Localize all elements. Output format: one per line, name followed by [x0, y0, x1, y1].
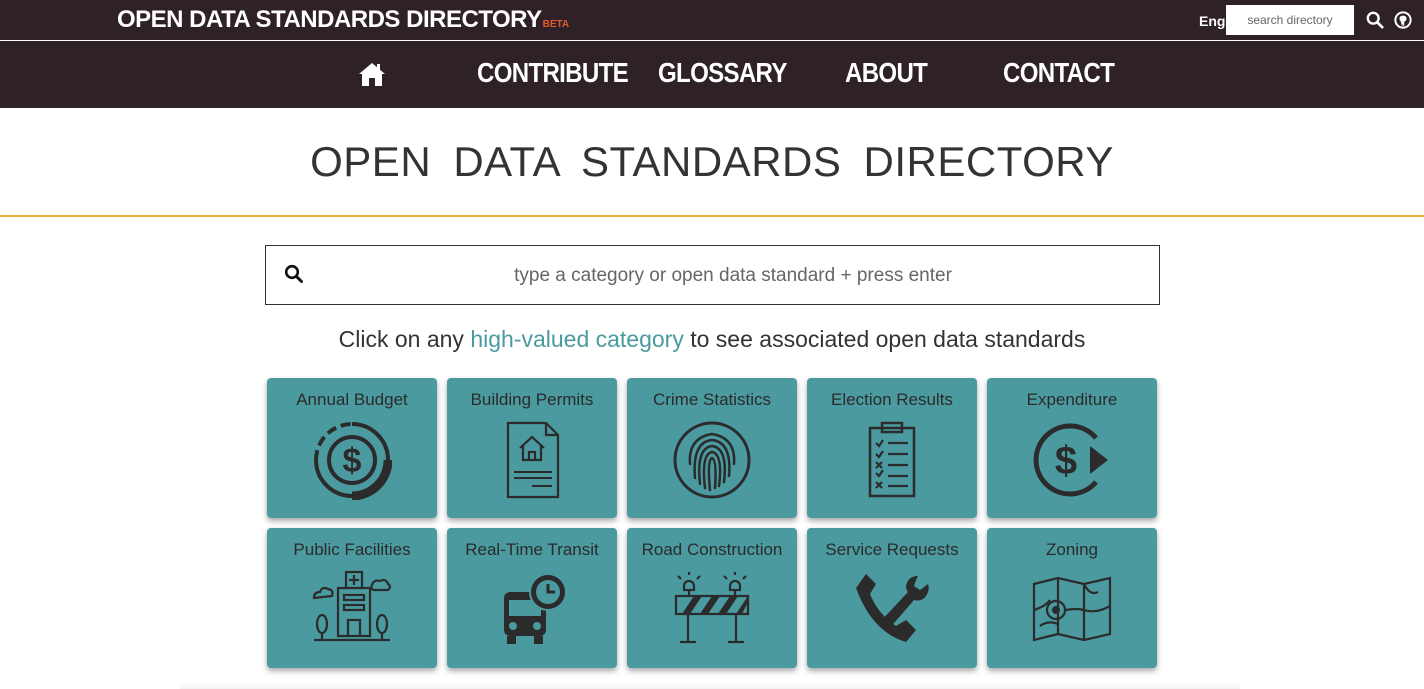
category-search-box[interactable]	[265, 245, 1160, 306]
category-building-permits[interactable]: Building Permits	[447, 378, 617, 518]
category-label: Expenditure	[1026, 390, 1118, 409]
divider	[0, 215, 1424, 217]
page-title: OPEN DATA STANDARDS DIRECTORY	[310, 138, 1114, 185]
tagline-suffix: to see associated open data standards	[683, 326, 1086, 352]
hospital-building-icon	[312, 570, 392, 642]
category-annual-budget[interactable]: Annual Budget $	[267, 378, 437, 518]
building-permit-document-icon	[506, 421, 560, 499]
category-label: Public Facilities	[293, 540, 411, 559]
clipboard-checklist-icon	[868, 421, 916, 498]
home-icon[interactable]	[358, 61, 386, 87]
zoning-map-icon	[1032, 576, 1112, 642]
tagline-prefix: Click on any	[338, 326, 471, 352]
road-barrier-icon	[674, 572, 750, 644]
nav-about[interactable]: ABOUT	[845, 57, 928, 89]
tagline: Click on any high-valued category to see…	[0, 326, 1424, 353]
category-zoning[interactable]: Zoning	[987, 528, 1157, 668]
category-label: Road Construction	[641, 540, 783, 559]
category-real-time-transit[interactable]: Real-Time Transit	[447, 528, 617, 668]
fingerprint-icon	[673, 421, 751, 499]
category-label: Real-Time Transit	[465, 540, 599, 559]
nav-glossary[interactable]: GLOSSARY	[658, 57, 787, 89]
category-label: Annual Budget	[296, 390, 408, 409]
github-icon[interactable]	[1394, 11, 1412, 29]
bus-clock-icon	[504, 573, 567, 644]
beta-badge: BETA	[542, 19, 570, 30]
category-election-results[interactable]: Election Results	[807, 378, 977, 518]
search-icon	[284, 264, 303, 283]
category-public-facilities[interactable]: Public Facilities	[267, 528, 437, 668]
page-edge-shadow	[180, 682, 1240, 689]
language-selector[interactable]: Eng	[1199, 13, 1225, 29]
category-label: Service Requests	[825, 540, 959, 559]
phone-wrench-icon	[856, 574, 929, 642]
search-icon[interactable]	[1366, 11, 1384, 29]
category-label: Election Results	[831, 390, 953, 409]
brand-text[interactable]: OPEN DATA STANDARDS DIRECTORY	[117, 6, 542, 33]
category-road-construction[interactable]: Road Construction	[627, 528, 797, 668]
category-label: Zoning	[1046, 540, 1098, 559]
category-crime-statistics[interactable]: Crime Statistics	[627, 378, 797, 518]
top-bar: OPEN DATA STANDARDS DIRECTORYBETA Eng	[0, 0, 1424, 41]
category-label: Crime Statistics	[652, 390, 772, 409]
nav-contact[interactable]: CONTACT	[1003, 57, 1115, 89]
directory-search-input[interactable]	[1226, 5, 1354, 35]
category-expenditure[interactable]: Expenditure $	[987, 378, 1157, 518]
svg-text:$: $	[1055, 439, 1077, 483]
site-brand[interactable]: OPEN DATA STANDARDS DIRECTORYBETA	[117, 6, 569, 34]
high-valued-category-link[interactable]: high-valued category	[470, 326, 684, 352]
main-nav: CONTRIBUTE GLOSSARY ABOUT CONTACT	[0, 41, 1424, 108]
nav-contribute[interactable]: CONTRIBUTE	[477, 57, 629, 89]
category-search-input[interactable]	[316, 246, 1150, 306]
category-label: Building Permits	[470, 390, 594, 409]
category-service-requests[interactable]: Service Requests	[807, 528, 977, 668]
svg-text:$: $	[343, 442, 362, 480]
dollar-arrow-icon: $	[1033, 423, 1108, 497]
budget-dollar-cycle-icon: $	[314, 422, 392, 500]
